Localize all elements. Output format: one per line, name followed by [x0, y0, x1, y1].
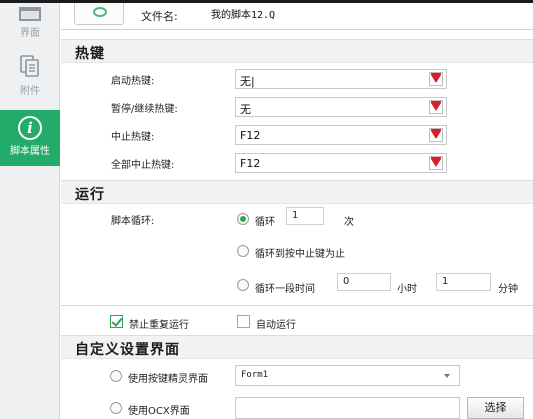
attachment-icon: [20, 55, 39, 77]
use-ocx-ui-label: 使用OCX界面: [128, 406, 190, 417]
sidebar-item-label: 脚本属性: [10, 146, 50, 157]
stop-all-hotkey-field[interactable]: F12: [235, 153, 447, 173]
script-loop-label: 脚本循环:: [111, 216, 155, 227]
section-title: 自定义设置界面: [75, 342, 180, 358]
dropdown-arrow-icon[interactable]: [429, 72, 443, 86]
window-icon: [19, 7, 41, 21]
sidebar: 界面 附件 i 脚本属性: [0, 3, 60, 419]
dropdown-arrow-icon[interactable]: [429, 156, 443, 170]
loop-count-label: 循环: [255, 217, 275, 228]
stop-hotkey-field[interactable]: F12: [235, 125, 447, 145]
duration-minutes-input[interactable]: 1: [436, 273, 491, 291]
ocx-path-input[interactable]: [235, 397, 460, 419]
start-hotkey-label: 启动热键:: [111, 76, 155, 87]
duration-hours-input[interactable]: 0: [337, 273, 391, 291]
section-title: 运行: [75, 187, 105, 203]
no-repeat-run-label: 禁止重复运行: [129, 320, 189, 331]
minutes-unit: 分钟: [498, 284, 518, 295]
use-sprite-ui-label: 使用按键精灵界面: [128, 374, 208, 385]
form-select[interactable]: Form1: [235, 365, 460, 386]
info-icon: i: [18, 116, 42, 140]
hours-unit: 小时: [397, 284, 417, 295]
section-title: 热键: [75, 46, 105, 62]
dropdown-arrow-icon[interactable]: [429, 128, 443, 142]
stop-all-hotkey-label: 全部中止热键:: [111, 160, 175, 171]
loop-count-radio[interactable]: [237, 213, 249, 225]
divider: [61, 305, 533, 306]
filename-input[interactable]: [211, 5, 511, 21]
loop-count-input[interactable]: 1: [286, 207, 324, 225]
sidebar-item-label: 附件: [20, 86, 40, 97]
script-properties-panel: 文件名: 热键 启动热键: 无| 暂停/继续热键: 无 中止热键: F12 全部…: [61, 3, 533, 419]
hotkey-section-header: 热键: [61, 39, 533, 63]
chevron-down-icon: [444, 374, 450, 378]
divider: [61, 29, 533, 30]
start-hotkey-field[interactable]: 无|: [235, 69, 447, 89]
loop-count-unit: 次: [344, 217, 354, 228]
sidebar-item-attachment[interactable]: 附件: [0, 51, 60, 107]
loop-duration-label: 循环一段时间: [255, 284, 315, 295]
auto-run-checkbox[interactable]: [237, 315, 250, 328]
auto-run-label: 自动运行: [256, 320, 296, 331]
loop-until-stop-label: 循环到按中止键为止: [255, 249, 345, 260]
filename-label: 文件名:: [141, 10, 178, 23]
loop-duration-radio[interactable]: [237, 279, 249, 291]
no-repeat-run-checkbox[interactable]: [110, 315, 123, 328]
use-ocx-ui-radio[interactable]: [110, 402, 122, 414]
use-sprite-ui-radio[interactable]: [110, 370, 122, 382]
pause-hotkey-label: 暂停/继续热键:: [111, 104, 178, 115]
sidebar-item-interface[interactable]: 界面: [0, 3, 60, 45]
choose-button[interactable]: 选择: [467, 397, 524, 419]
custom-ui-section-header: 自定义设置界面: [61, 335, 533, 359]
dropdown-arrow-icon[interactable]: [429, 100, 443, 114]
script-thumbnail: [74, 3, 124, 25]
run-section-header: 运行: [61, 180, 533, 204]
sidebar-item-label: 界面: [20, 28, 40, 39]
pause-hotkey-field[interactable]: 无: [235, 97, 447, 117]
sidebar-item-script-properties[interactable]: i 脚本属性: [0, 110, 60, 166]
stop-hotkey-label: 中止热键:: [111, 132, 155, 143]
loop-until-stop-radio[interactable]: [237, 245, 249, 257]
